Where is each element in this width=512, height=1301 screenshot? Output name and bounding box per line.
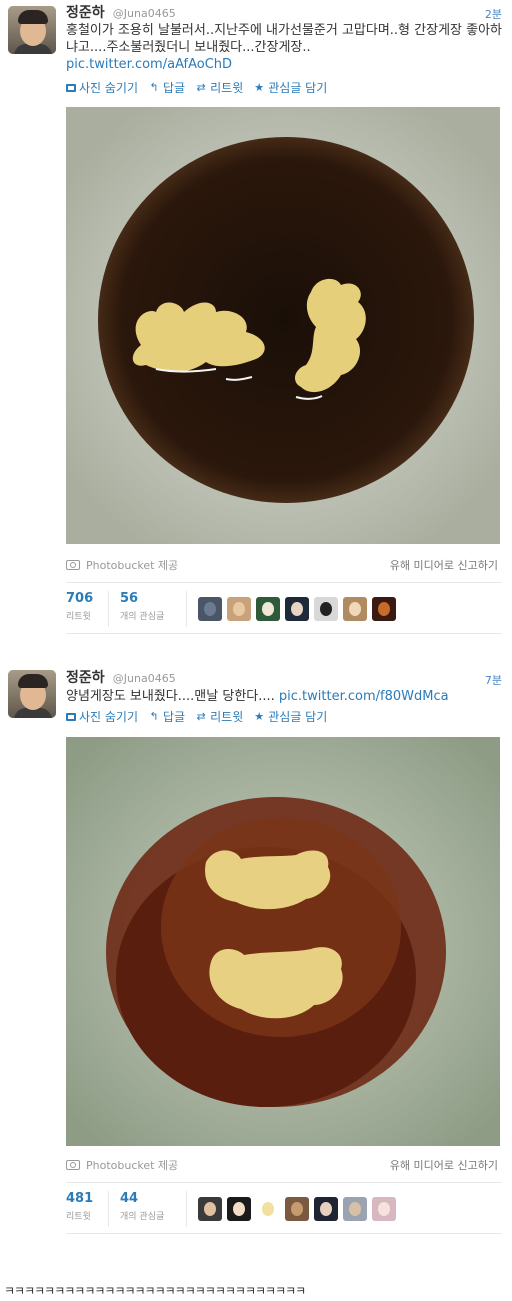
footer-laugh-text: ㅋㅋㅋㅋㅋㅋㅋㅋㅋㅋㅋㅋㅋㅋㅋㅋㅋㅋㅋㅋㅋㅋㅋㅋㅋㅋㅋㅋㅋㅋ (4, 1284, 306, 1298)
retweet-count-label: 리트윗 (66, 1212, 91, 1222)
hide-photo-button[interactable]: 사진 숨기기 (66, 79, 138, 96)
divider (108, 591, 109, 627)
favorite-label: 관심글 담기 (268, 81, 328, 95)
star-icon: ★ (254, 80, 265, 94)
reply-arrow-icon: ↰ (149, 80, 159, 94)
retweeter-avatar[interactable] (285, 597, 309, 621)
retweet-button[interactable]: ⇄ 리트윗 (195, 708, 244, 725)
favorite-button[interactable]: ★ 관심글 담기 (253, 79, 327, 96)
retweeter-avatar[interactable] (343, 597, 367, 621)
camera-icon (66, 1160, 80, 1170)
retweeter-avatar[interactable] (285, 1197, 309, 1221)
retweet-count-number: 706 (66, 591, 94, 606)
tweet-2: 정준하 @Juna0465 7분 양념게장도 보내줬다....맨날 당한다...… (0, 664, 512, 1244)
tweet-text: 양념게장도 보내줬다....맨날 당한다.... pic.twitter.com… (66, 688, 502, 705)
retweet-label: 리트윗 (210, 81, 244, 95)
retweeter-avatar[interactable] (227, 1197, 251, 1221)
author-name[interactable]: 정준하 (66, 670, 105, 686)
soy-sauce-crab-photo (66, 107, 500, 544)
avatar[interactable] (8, 670, 56, 718)
avatar[interactable] (8, 6, 56, 54)
reply-arrow-icon: ↰ (149, 709, 159, 723)
tweet-time[interactable]: 2분 (485, 6, 502, 22)
retweeter-avatar[interactable] (256, 1197, 280, 1221)
tweet-stats: 706 리트윗 56 개의 관심글 (66, 582, 502, 634)
retweet-button[interactable]: ⇄ 리트윗 (195, 79, 244, 96)
retweeter-avatars (198, 597, 396, 621)
retweeter-avatar[interactable] (372, 597, 396, 621)
favorite-count-label: 개의 관심글 (120, 1212, 165, 1222)
star-icon: ★ (254, 709, 265, 723)
retweet-icon: ⇄ (196, 709, 206, 723)
divider (108, 1191, 109, 1227)
tweet-body: 양념게장도 보내줬다....맨날 당한다.... (66, 689, 275, 704)
author-name[interactable]: 정준하 (66, 5, 105, 21)
tweet-link[interactable]: pic.twitter.com/aAfAoChD (66, 57, 232, 72)
divider (186, 1191, 187, 1227)
tweet-time[interactable]: 7분 (485, 672, 502, 688)
media-provider: Photobucket 제공 유해 미디어로 신고하기 (66, 557, 500, 573)
media-provider: Photobucket 제공 유해 미디어로 신고하기 (66, 1157, 500, 1173)
tweet-stats: 481 리트윗 44 개의 관심글 (66, 1182, 502, 1234)
retweeter-avatars (198, 1197, 396, 1221)
retweet-label: 리트윗 (210, 710, 244, 724)
favorite-count[interactable]: 44 개의 관심글 (120, 1191, 164, 1222)
retweet-icon: ⇄ (196, 80, 206, 94)
tweet-header: 정준하 @Juna0465 (66, 5, 176, 22)
retweeter-avatar[interactable] (256, 597, 280, 621)
reply-label: 답글 (163, 710, 186, 724)
tweet-photo[interactable] (66, 737, 500, 1146)
tweet-actions: 사진 숨기기 ↰ 답글 ⇄ 리트윗 ★ 관심글 담기 (66, 79, 327, 96)
retweet-count-number: 481 (66, 1191, 94, 1206)
reply-button[interactable]: ↰ 답글 (148, 708, 185, 725)
retweet-count-label: 리트윗 (66, 612, 91, 622)
hide-photo-label: 사진 숨기기 (79, 710, 139, 724)
provider-label: Photobucket 제공 (86, 559, 179, 572)
retweeter-avatar[interactable] (314, 597, 338, 621)
spicy-crab-photo (66, 737, 500, 1146)
photo-box-icon (66, 712, 76, 721)
tweet-text: 홍철이가 조용히 날불러서..지난주에 내가선물준거 고맙다며..형 간장게장 … (66, 22, 502, 73)
tweet-photo[interactable] (66, 107, 500, 544)
tweet-header: 정준하 @Juna0465 (66, 670, 176, 687)
divider (186, 591, 187, 627)
report-media-link[interactable]: 유해 미디어로 신고하기 (390, 1157, 498, 1173)
favorite-count-number: 56 (120, 591, 139, 606)
retweeter-avatar[interactable] (372, 1197, 396, 1221)
favorite-button[interactable]: ★ 관심글 담기 (253, 708, 327, 725)
tweet-body: 홍철이가 조용히 날불러서..지난주에 내가선물준거 고맙다며..형 간장게장 … (66, 23, 503, 55)
favorite-count-label: 개의 관심글 (120, 612, 165, 622)
favorite-count[interactable]: 56 개의 관심글 (120, 591, 164, 622)
report-media-link[interactable]: 유해 미디어로 신고하기 (390, 557, 498, 573)
camera-icon (66, 560, 80, 570)
retweeter-avatar[interactable] (314, 1197, 338, 1221)
photo-box-icon (66, 83, 76, 92)
retweeter-avatar[interactable] (198, 1197, 222, 1221)
retweeter-avatar[interactable] (227, 597, 251, 621)
provider-label: Photobucket 제공 (86, 1159, 179, 1172)
retweet-count[interactable]: 481 리트윗 (66, 1191, 93, 1222)
hide-photo-button[interactable]: 사진 숨기기 (66, 708, 138, 725)
retweeter-avatar[interactable] (343, 1197, 367, 1221)
reply-button[interactable]: ↰ 답글 (148, 79, 185, 96)
tweet-actions: 사진 숨기기 ↰ 답글 ⇄ 리트윗 ★ 관심글 담기 (66, 708, 327, 725)
favorite-count-number: 44 (120, 1191, 139, 1206)
reply-label: 답글 (163, 81, 186, 95)
tweet-link[interactable]: pic.twitter.com/f80WdMca (279, 689, 449, 704)
hide-photo-label: 사진 숨기기 (79, 81, 139, 95)
retweet-count[interactable]: 706 리트윗 (66, 591, 93, 622)
author-handle[interactable]: @Juna0465 (113, 7, 176, 20)
retweeter-avatar[interactable] (198, 597, 222, 621)
favorite-label: 관심글 담기 (268, 710, 328, 724)
author-handle[interactable]: @Juna0465 (113, 672, 176, 685)
tweet-1: 정준하 @Juna0465 2분 홍철이가 조용히 날불러서..지난주에 내가선… (0, 0, 512, 640)
